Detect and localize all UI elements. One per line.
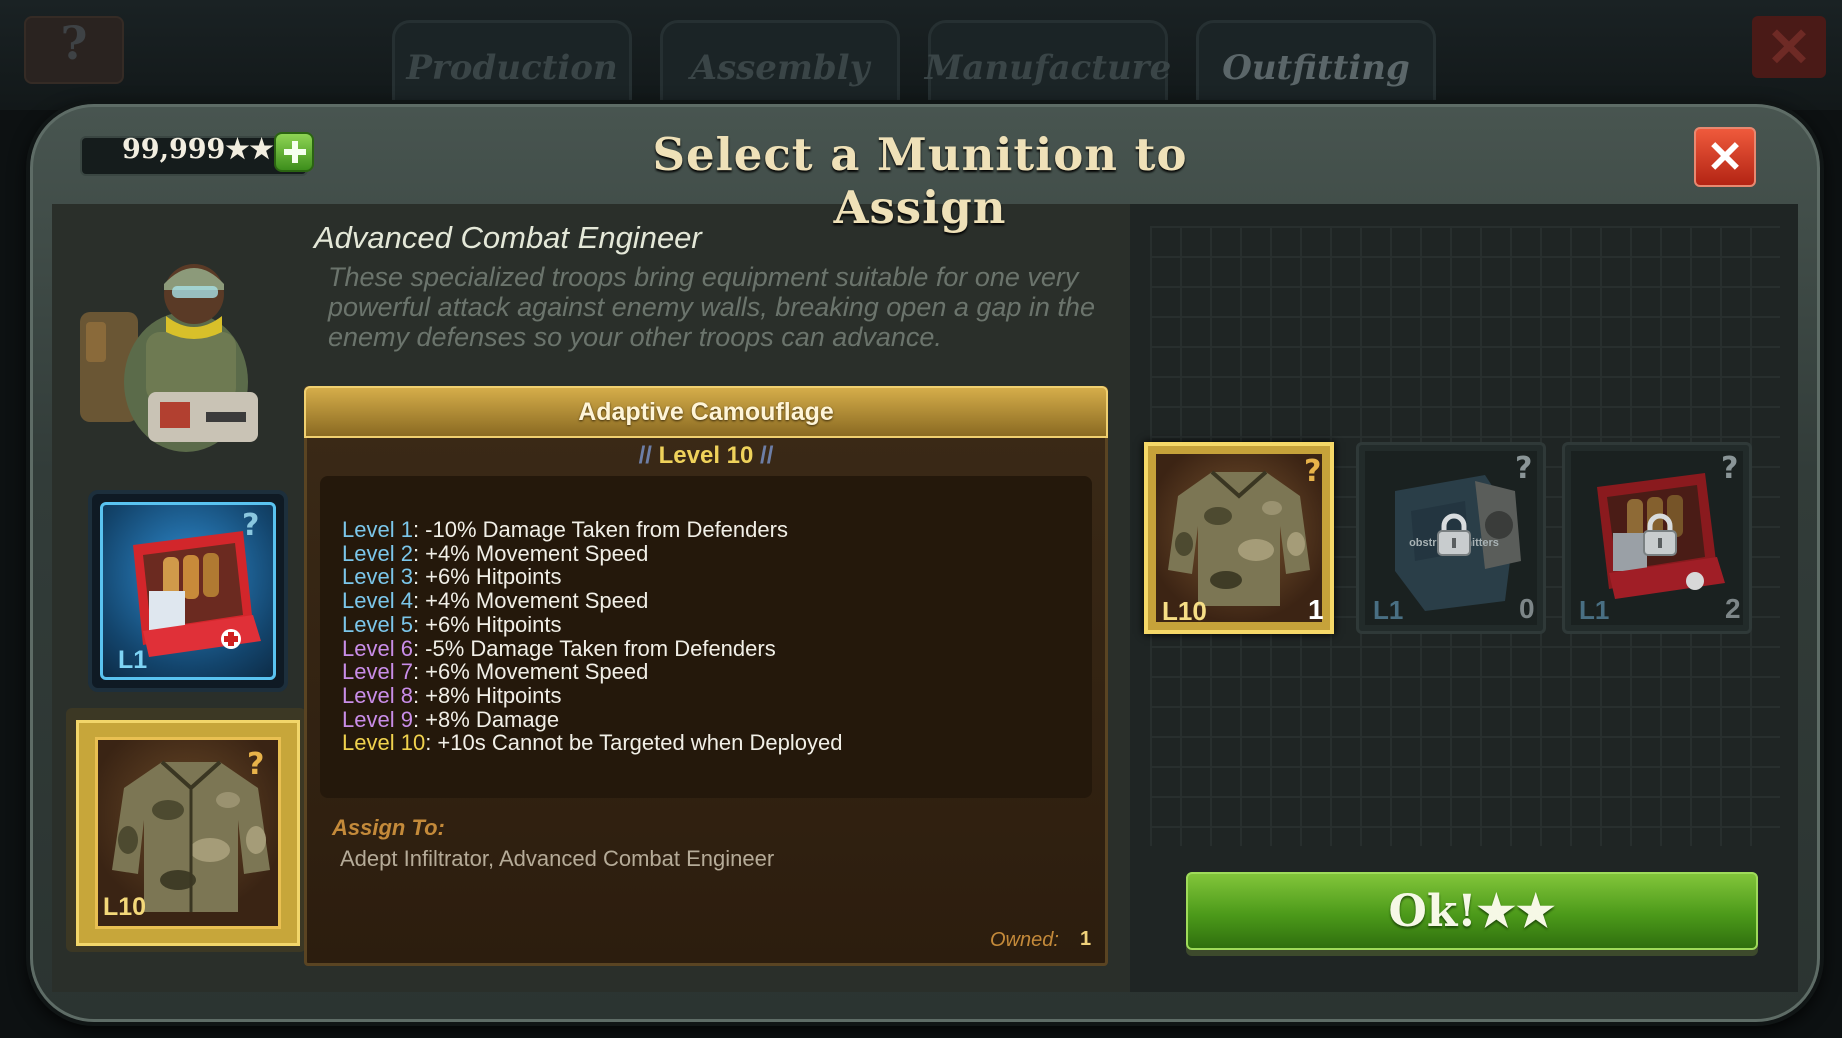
munition-level-label: Level 10 xyxy=(658,442,754,469)
tab-outfitting[interactable]: Outfitting xyxy=(1196,20,1436,116)
munition-level: // Level 10 // xyxy=(638,442,774,469)
level-bonus-row: Level 5: +6% Hitpoints xyxy=(342,611,842,637)
level-bonus-row: Level 9: +8% Damage xyxy=(342,706,842,732)
assign-to-value: Adept Infiltrator, Advanced Combat Engin… xyxy=(340,846,775,871)
level-bonus-label: Level 7 xyxy=(342,659,413,685)
card-level-badge: L1 xyxy=(1579,595,1610,625)
troop-description: These specialized troops bring equipment… xyxy=(328,262,1095,352)
background-close-icon[interactable]: ✕ xyxy=(1752,16,1826,78)
card-level-badge: L1 xyxy=(1373,595,1404,625)
level-bonus-label: Level 1 xyxy=(342,517,413,542)
level-bonus-label: Level 2 xyxy=(342,540,413,566)
tab-manufacture[interactable]: Manufacture xyxy=(924,20,1172,116)
level-bonus-row: Level 6: -5% Damage Taken from Defenders xyxy=(342,635,842,661)
level-bonus-label: Level 5 xyxy=(342,611,413,637)
level-bonus-text: : +6% Hitpoints xyxy=(412,564,562,590)
level-bonus-text: : -10% Damage Taken from Defenders xyxy=(412,517,788,542)
munition-card-transmitter[interactable]: obstruct smitters ? L1 0 xyxy=(1356,442,1546,634)
help-question-icon[interactable]: ? xyxy=(1721,451,1747,486)
ok-button[interactable]: Ok!★★ xyxy=(1186,872,1758,950)
tab-assembly-label: Assembly xyxy=(690,48,870,88)
level-bonus-label: Level 8 xyxy=(342,682,413,708)
level-bonus-row: Level 10: +10s Cannot be Targeted when D… xyxy=(342,731,842,755)
help-question-icon[interactable]: ? xyxy=(1515,451,1541,486)
level-bonus-label: Level 4 xyxy=(342,588,413,614)
card-count: 1 xyxy=(1308,594,1324,625)
level-bonus-text: : +4% Movement Speed xyxy=(412,540,649,566)
card-count: 0 xyxy=(1519,593,1535,624)
level-bonus-label: Level 3 xyxy=(342,564,413,590)
help-question-icon[interactable]: ? xyxy=(247,747,273,782)
level-bonus-row: Level 2: +4% Movement Speed xyxy=(342,540,842,566)
level-bonus-row: Level 7: +6% Movement Speed xyxy=(342,660,842,684)
level-bonus-text: : +10s Cannot be Targeted when Deployed xyxy=(425,730,843,756)
modal-title: Select a Munition to Assign xyxy=(652,128,1188,234)
level-bonus-list: Level 1: -10% Damage Taken from Defender… xyxy=(342,518,842,755)
owned-label: Owned: xyxy=(990,929,1059,951)
level-bonus-text: : +8% Hitpoints xyxy=(412,682,562,708)
background-top-bar xyxy=(0,0,1842,110)
tab-production[interactable]: Production xyxy=(392,20,632,116)
assign-to-label: Assign To: xyxy=(332,815,445,840)
slot-level-badge: L10 xyxy=(103,893,147,921)
help-question-icon[interactable]: ? xyxy=(242,508,268,543)
munition-slot-medkit[interactable]: ? L1 xyxy=(88,490,288,692)
level-bonus-row: Level 4: +4% Movement Speed xyxy=(342,589,842,613)
level-bonus-label: Level 10 xyxy=(342,730,426,756)
troop-name: Advanced Combat Engineer xyxy=(314,220,702,255)
tab-production-label: Production xyxy=(406,48,618,88)
munition-card-camo[interactable]: ? L10 1 xyxy=(1144,442,1334,634)
level-bonus-row: Level 3: +6% Hitpoints xyxy=(342,565,842,589)
level-bonus-row: Level 8: +8% Hitpoints xyxy=(342,684,842,708)
close-button[interactable]: ✕ xyxy=(1694,127,1756,187)
level-bonus-row: Level 1: -10% Damage Taken from Defender… xyxy=(342,518,842,542)
level-bonus-text: : +6% Movement Speed xyxy=(412,659,649,685)
level-bonus-text: : +8% Damage xyxy=(412,706,560,732)
munition-card-medkit[interactable]: ? L1 2 xyxy=(1562,442,1752,634)
tab-manufacture-label: Manufacture xyxy=(924,48,1172,88)
troop-portrait xyxy=(76,242,276,462)
level-bonus-label: Level 9 xyxy=(342,706,413,732)
owned-count: 1 xyxy=(1080,928,1092,950)
card-count: 2 xyxy=(1725,593,1741,624)
card-level-badge: L10 xyxy=(1162,596,1207,626)
ok-button-label: Ok!★★ xyxy=(1388,885,1556,937)
help-book-icon[interactable]: ? xyxy=(24,16,124,84)
tab-assembly[interactable]: Assembly xyxy=(660,20,900,116)
tab-outfitting-label: Outfitting xyxy=(1222,48,1410,88)
help-question-icon[interactable]: ? xyxy=(1304,454,1330,489)
add-currency-button[interactable] xyxy=(274,132,314,172)
level-bonus-text: : -5% Damage Taken from Defenders xyxy=(412,635,776,661)
munition-slot-camo[interactable]: ? L10 xyxy=(76,720,300,946)
level-bonus-text: : +6% Hitpoints xyxy=(412,611,562,637)
level-bonus-label: Level 6 xyxy=(342,635,413,661)
lock-icon xyxy=(1437,513,1471,556)
lock-icon xyxy=(1643,513,1677,556)
level-bonus-text: : +4% Movement Speed xyxy=(412,588,649,614)
munition-name: Adaptive Camouflage xyxy=(304,386,1108,438)
slot-level-badge: L1 xyxy=(118,646,148,674)
currency-value: 99,999★★ xyxy=(122,134,274,165)
